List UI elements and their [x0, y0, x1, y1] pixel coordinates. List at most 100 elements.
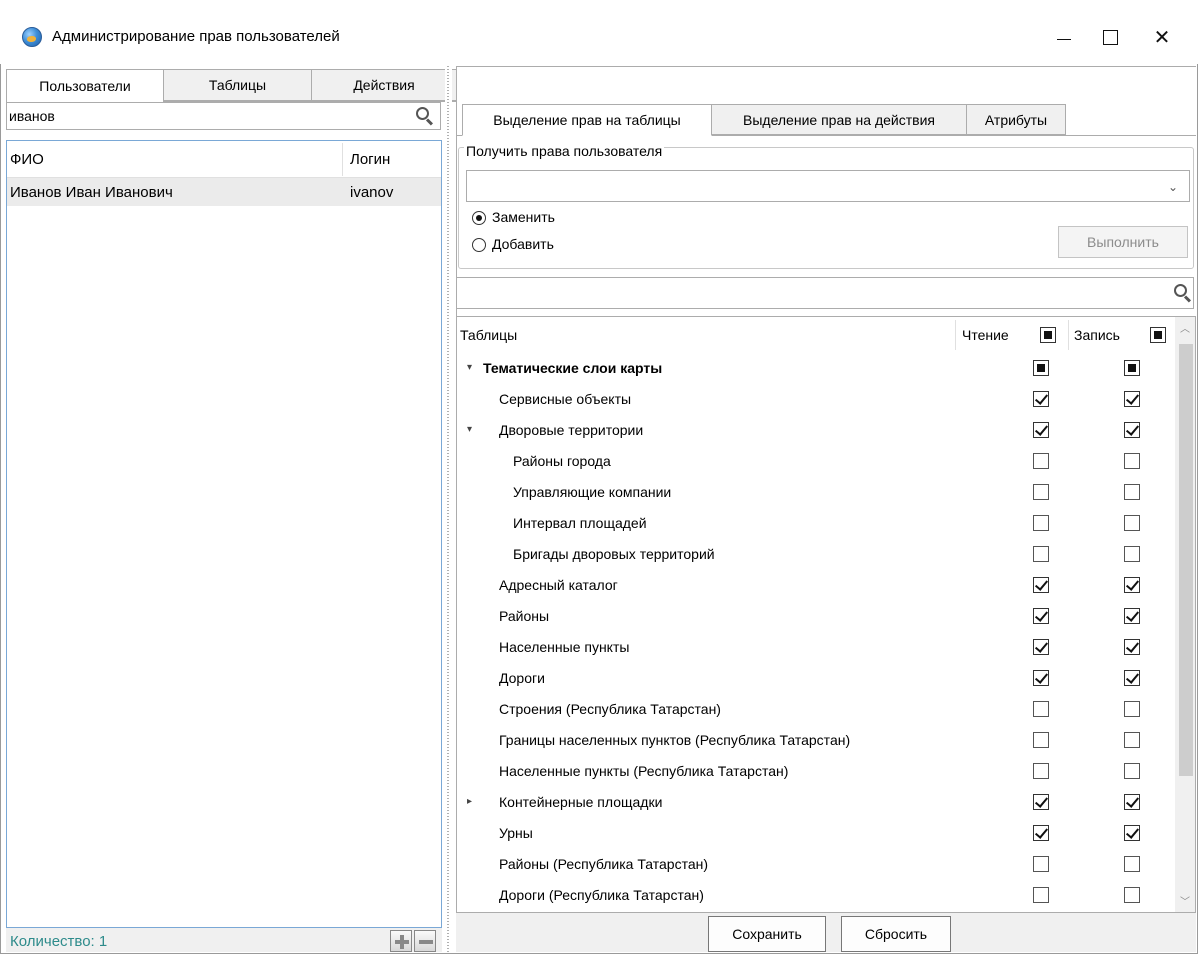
tree-row[interactable]: Границы населенных пунктов (Республика Т…: [457, 725, 1175, 756]
tree-row[interactable]: Районы: [457, 601, 1175, 632]
column-separator[interactable]: [1068, 320, 1069, 350]
column-separator[interactable]: [342, 143, 343, 176]
tab-actions[interactable]: Действия: [311, 69, 457, 101]
radio-replace[interactable]: [472, 211, 486, 225]
tree-row[interactable]: ▾ Дворовые территории: [457, 415, 1175, 446]
tab-table-rights[interactable]: Выделение прав на таблицы: [462, 104, 712, 136]
minimize-button[interactable]: [1042, 20, 1086, 54]
chevron-down-icon[interactable]: ▾: [467, 424, 472, 435]
save-button[interactable]: Сохранить: [708, 916, 826, 952]
write-checkbox[interactable]: [1124, 763, 1140, 779]
close-icon: ✕: [1153, 26, 1171, 49]
read-all-checkbox[interactable]: [1040, 327, 1056, 343]
read-checkbox[interactable]: [1033, 639, 1049, 655]
read-checkbox[interactable]: [1033, 360, 1049, 376]
table-search-input[interactable]: [456, 277, 1194, 309]
search-icon[interactable]: [1174, 284, 1192, 303]
write-checkbox[interactable]: [1124, 577, 1140, 593]
tree-row[interactable]: Строения (Республика Татарстан): [457, 694, 1175, 725]
chevron-up-icon[interactable]: ︿: [1180, 320, 1190, 335]
read-checkbox[interactable]: [1033, 856, 1049, 872]
column-header-fio[interactable]: ФИО: [10, 151, 44, 168]
write-checkbox[interactable]: [1124, 391, 1140, 407]
read-checkbox[interactable]: [1033, 670, 1049, 686]
tree-row[interactable]: Населенные пункты (Республика Татарстан): [457, 756, 1175, 787]
chevron-down-icon[interactable]: ⌄: [1168, 180, 1178, 194]
tree-row[interactable]: Управляющие компании: [457, 477, 1175, 508]
write-checkbox[interactable]: [1124, 422, 1140, 438]
write-checkbox[interactable]: [1124, 639, 1140, 655]
read-checkbox[interactable]: [1033, 794, 1049, 810]
tree-row[interactable]: ▾ Тематические слои карты: [457, 353, 1175, 384]
user-search-input[interactable]: [6, 102, 441, 130]
read-checkbox[interactable]: [1033, 453, 1049, 469]
tree-row[interactable]: Интервал площадей: [457, 508, 1175, 539]
close-button[interactable]: ✕: [1140, 20, 1184, 54]
write-checkbox[interactable]: [1124, 515, 1140, 531]
write-checkbox[interactable]: [1124, 360, 1140, 376]
read-checkbox[interactable]: [1033, 825, 1049, 841]
tab-action-rights[interactable]: Выделение прав на действия: [711, 104, 967, 135]
tree-row[interactable]: Бригады дворовых территорий: [457, 539, 1175, 570]
read-checkbox[interactable]: [1033, 515, 1049, 531]
write-checkbox[interactable]: [1124, 732, 1140, 748]
read-checkbox[interactable]: [1033, 577, 1049, 593]
write-checkbox[interactable]: [1124, 856, 1140, 872]
read-checkbox[interactable]: [1033, 732, 1049, 748]
write-checkbox[interactable]: [1124, 887, 1140, 903]
splitter-grip: [447, 66, 449, 952]
tab-tables[interactable]: Таблицы: [163, 69, 312, 101]
read-checkbox[interactable]: [1033, 887, 1049, 903]
column-header-write[interactable]: Запись: [1074, 327, 1120, 343]
remove-user-button[interactable]: [414, 930, 436, 952]
read-checkbox[interactable]: [1033, 763, 1049, 779]
write-checkbox[interactable]: [1124, 484, 1140, 500]
read-checkbox[interactable]: [1033, 608, 1049, 624]
chevron-right-icon[interactable]: ▸: [467, 796, 472, 807]
search-icon[interactable]: [416, 107, 434, 126]
write-all-checkbox[interactable]: [1150, 327, 1166, 343]
write-checkbox[interactable]: [1124, 670, 1140, 686]
tree-row-label: Адресный каталог: [499, 577, 618, 593]
tree-scrollbar-thumb[interactable]: [1179, 344, 1193, 776]
read-checkbox[interactable]: [1033, 546, 1049, 562]
execute-button[interactable]: Выполнить: [1058, 226, 1188, 258]
tree-row[interactable]: Районы (Республика Татарстан): [457, 849, 1175, 880]
add-user-button[interactable]: [390, 930, 412, 952]
reset-button[interactable]: Сбросить: [841, 916, 951, 952]
tree-row[interactable]: Урны: [457, 818, 1175, 849]
tab-attributes[interactable]: Атрибуты: [966, 104, 1066, 135]
read-checkbox[interactable]: [1033, 422, 1049, 438]
write-checkbox[interactable]: [1124, 453, 1140, 469]
tab-users[interactable]: Пользователи: [6, 69, 164, 102]
write-checkbox[interactable]: [1124, 701, 1140, 717]
read-checkbox[interactable]: [1033, 391, 1049, 407]
tree-row[interactable]: Сервисные объекты: [457, 384, 1175, 415]
write-checkbox[interactable]: [1124, 825, 1140, 841]
column-separator[interactable]: [955, 320, 956, 350]
tree-row[interactable]: Дороги (Республика Татарстан): [457, 880, 1175, 911]
tree-row[interactable]: Адресный каталог: [457, 570, 1175, 601]
tree-row-label: Районы: [499, 608, 550, 624]
tree-row[interactable]: Населенные пункты: [457, 632, 1175, 663]
source-user-select[interactable]: [466, 170, 1190, 202]
user-search-value: иванов: [9, 108, 55, 124]
column-header-read[interactable]: Чтение: [962, 327, 1009, 343]
read-checkbox[interactable]: [1033, 701, 1049, 717]
write-checkbox[interactable]: [1124, 546, 1140, 562]
column-header-login[interactable]: Логин: [350, 151, 390, 168]
chevron-down-icon[interactable]: ▾: [467, 362, 472, 373]
radio-add-label[interactable]: Добавить: [492, 236, 554, 252]
tree-row[interactable]: Дороги: [457, 663, 1175, 694]
write-checkbox[interactable]: [1124, 608, 1140, 624]
read-checkbox[interactable]: [1033, 484, 1049, 500]
chevron-down-icon[interactable]: ﹀: [1180, 893, 1190, 908]
bottom-bar: [456, 913, 1196, 952]
maximize-button[interactable]: [1088, 20, 1132, 54]
column-header-tables[interactable]: Таблицы: [460, 327, 517, 343]
tree-row[interactable]: Районы города: [457, 446, 1175, 477]
tree-row[interactable]: ▸ Контейнерные площадки: [457, 787, 1175, 818]
radio-add[interactable]: [472, 238, 486, 252]
radio-replace-label[interactable]: Заменить: [492, 209, 555, 225]
write-checkbox[interactable]: [1124, 794, 1140, 810]
